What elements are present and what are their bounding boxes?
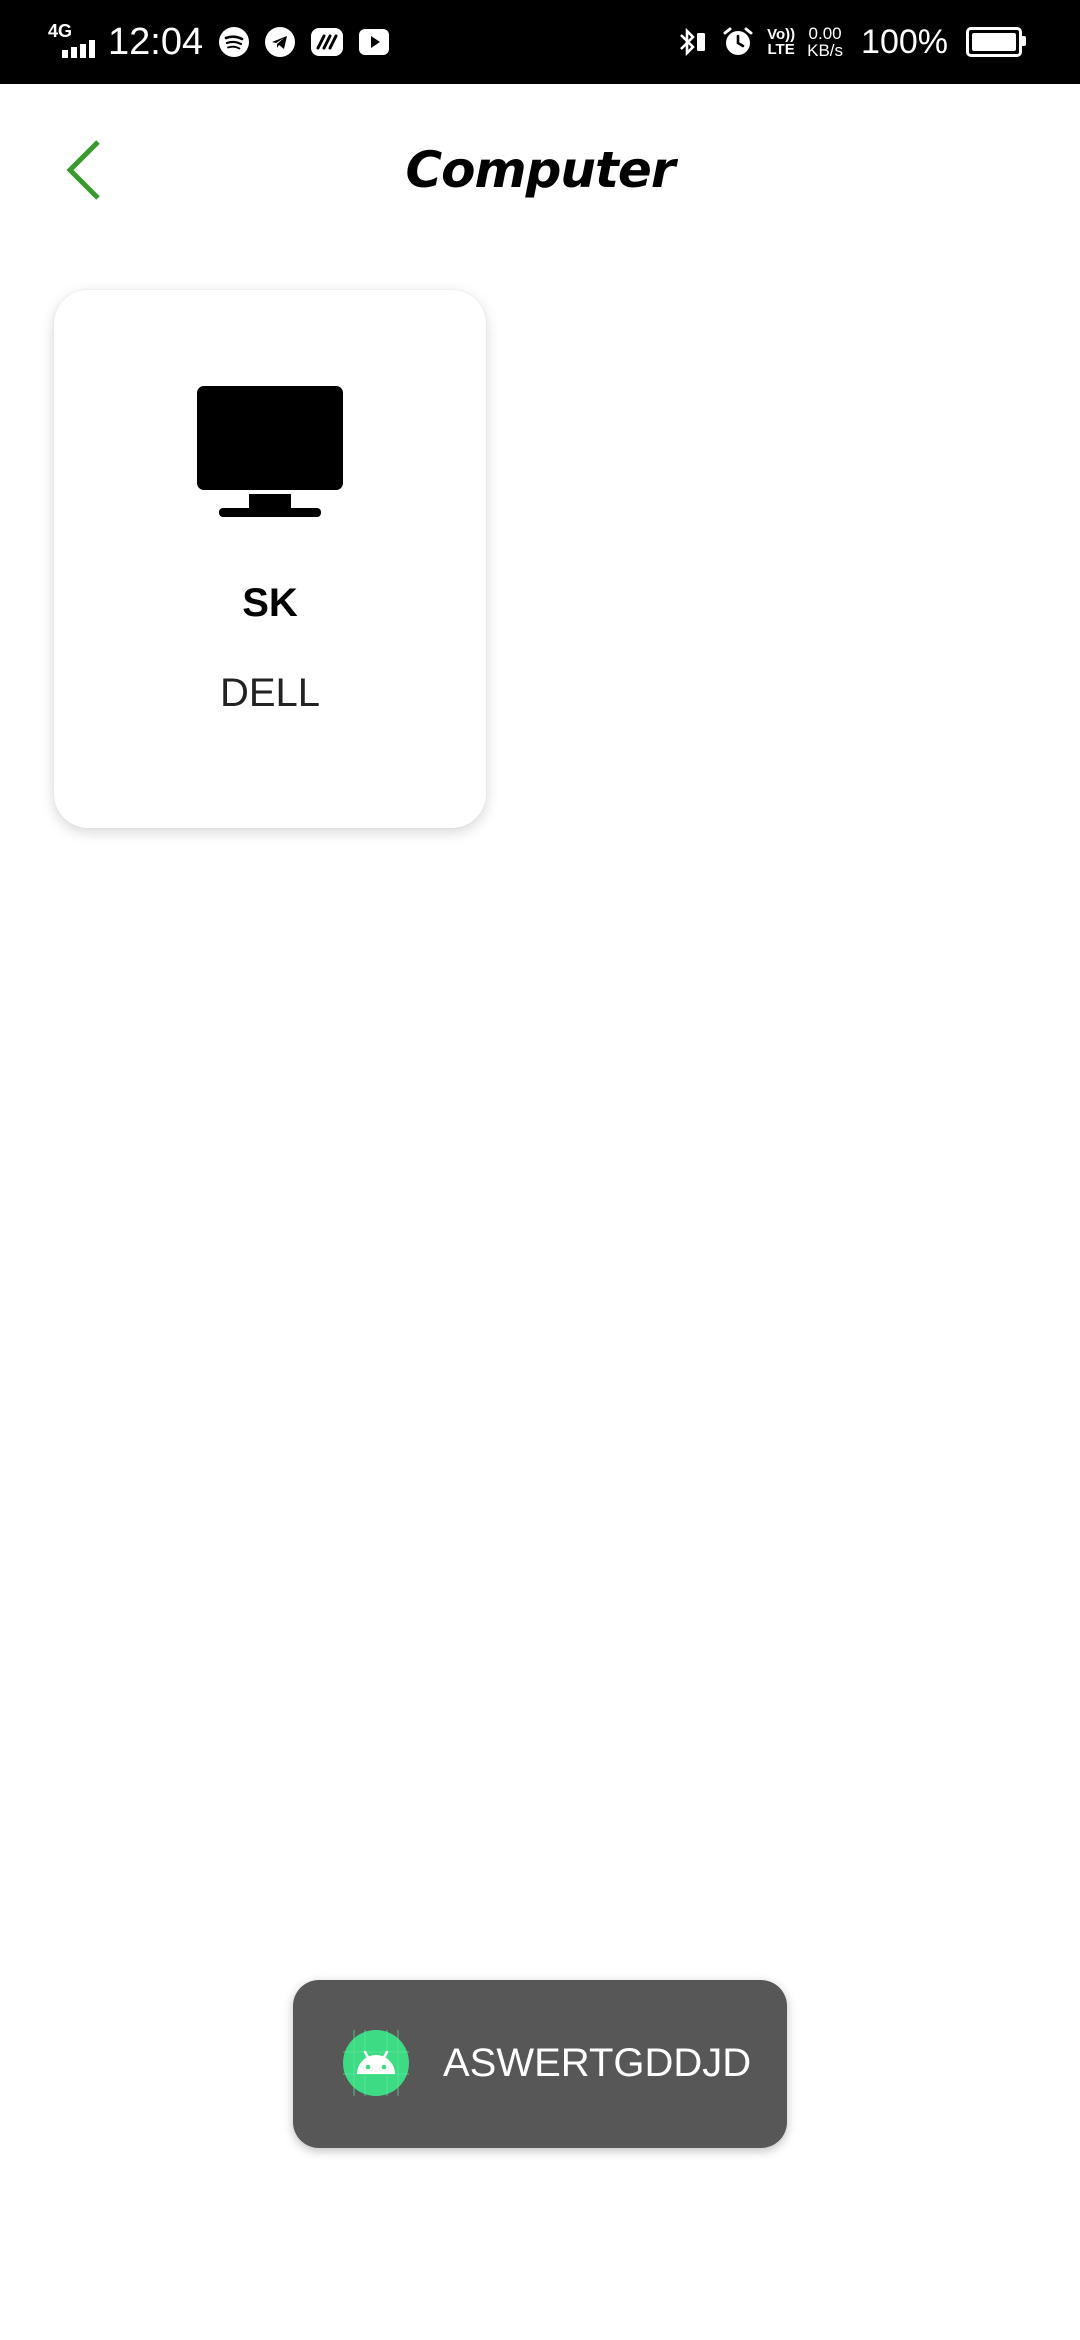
- signal-icon: [62, 40, 95, 58]
- speed-unit: KB/s: [807, 41, 844, 60]
- device-name: SK: [242, 581, 298, 625]
- battery-percent: 100%: [861, 23, 948, 61]
- notification-icons: [218, 26, 390, 58]
- clock: 12:04: [108, 21, 204, 63]
- android-icon: [343, 2030, 409, 2096]
- monitor-icon: [197, 386, 343, 517]
- battery-icon: [966, 27, 1026, 57]
- page-title: Computer: [405, 141, 675, 199]
- youtube-icon: [359, 29, 389, 55]
- lte-label: LTE: [767, 41, 795, 58]
- network-speed: 0.00 KB/s: [807, 25, 843, 59]
- status-bar: 4G 12:04 Vo)) LTE 0.00 KB/s 100%: [0, 0, 1080, 84]
- volte-label: Vo)): [767, 26, 796, 43]
- volte-indicator: Vo)) LTE: [767, 27, 795, 57]
- toast: ASWERTGDDJD: [293, 1980, 787, 2148]
- telegram-icon: [265, 27, 295, 57]
- device-card[interactable]: SK DELL: [54, 290, 486, 828]
- device-brand: DELL: [219, 671, 321, 715]
- paytm-icon: [311, 28, 343, 56]
- speed-value: 0.00: [808, 24, 842, 43]
- alarm-icon: [723, 27, 753, 55]
- bluetooth-vibrate-icon: [680, 27, 706, 57]
- status-right: Vo)) LTE 0.00 KB/s 100%: [675, 20, 1026, 64]
- toast-message: ASWERTGDDJD: [443, 2041, 752, 2085]
- spotify-icon: [219, 27, 249, 57]
